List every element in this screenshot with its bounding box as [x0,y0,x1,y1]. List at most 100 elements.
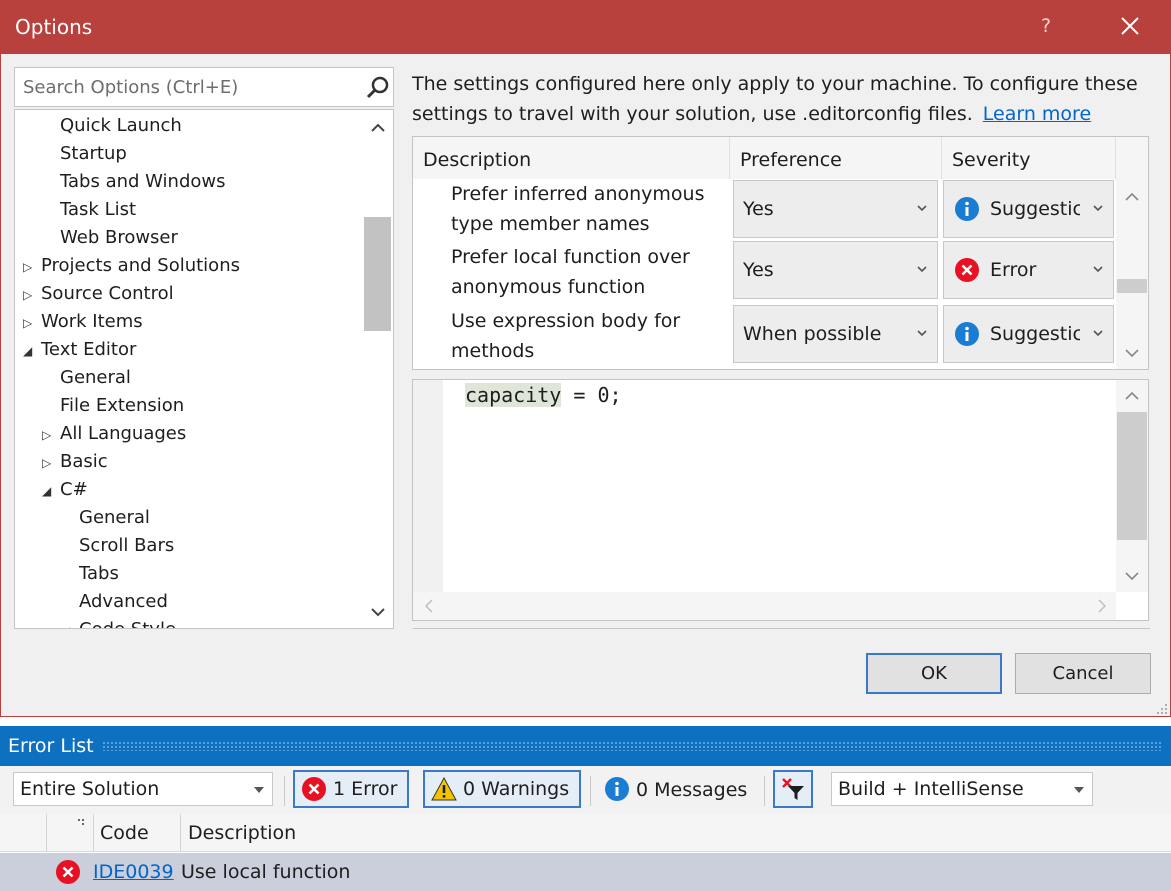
tree-scroll-thumb[interactable] [364,217,391,331]
info-text: The settings configured here only apply … [412,69,1152,129]
cancel-button[interactable]: Cancel [1015,653,1151,694]
collapse-icon[interactable]: ◢ [42,477,60,505]
toolbar-separator [590,776,591,806]
close-icon[interactable] [1115,11,1145,41]
errors-count: 1 Error [333,778,398,800]
tree-item[interactable]: Quick Launch [42,112,182,140]
chevron-down-icon [1093,205,1103,212]
grid-scroll-thumb[interactable] [1117,279,1147,293]
clear-filter-button[interactable] [773,770,813,808]
preference-dropdown[interactable]: Yes [733,241,938,299]
messages-count: 0 Messages [636,779,748,801]
warnings-count: 0 Warnings [463,778,570,800]
source-value: Build + IntelliSense [838,778,1024,800]
tree-item[interactable]: General [42,364,131,392]
grid-scrollbar[interactable] [1116,137,1148,369]
search-box[interactable] [14,67,394,107]
highlighted-token: capacity [465,383,562,407]
tree-item[interactable]: General [61,504,150,532]
tree-item[interactable]: Scroll Bars [61,532,174,560]
tree-item[interactable]: Advanced [61,588,168,616]
code-style-grid: Description Preference Severity Prefer i… [412,136,1149,370]
tree-item[interactable]: Tabs [61,560,119,588]
expand-icon[interactable]: ▷ [42,449,60,477]
error-code-link[interactable]: IDE0039 [93,853,174,891]
options-tree[interactable]: Quick Launch Startup Tabs and Windows Task … [14,109,394,629]
severity-dropdown[interactable]: Suggestic [943,305,1114,363]
column-divider [46,814,47,852]
warnings-filter-toggle[interactable]: 0 Warnings [423,770,581,808]
code-text: = 0; [561,383,622,407]
tree-item-label: Projects and Solutions [41,255,240,276]
tree-item-label: File Extension [60,395,185,416]
tree-item-label: Scroll Bars [79,535,175,556]
expand-icon[interactable]: ▷ [23,309,41,337]
header-description[interactable]: Description [413,137,730,179]
severity-dropdown[interactable]: Suggestic [943,180,1114,238]
chevron-down-icon [1093,266,1103,273]
chevron-down-icon[interactable] [1122,566,1142,586]
drag-grip[interactable] [102,741,1162,751]
info-icon [605,777,629,801]
preview-scroll-thumb[interactable] [1117,412,1147,540]
expand-icon[interactable]: ▷ [23,281,41,309]
preference-value: Yes [743,198,774,220]
options-dialog: Options ? Quick Launch Startup Tabs and Wi… [0,0,1171,717]
tree-item[interactable]: ◢ C# [42,476,88,504]
preference-dropdown[interactable]: When possible [733,305,938,363]
severity-value: Suggestic [990,198,1080,220]
preview-horizontal-scrollbar[interactable] [413,592,1116,620]
title-bar[interactable]: Options ? [1,1,1170,54]
error-list-header[interactable]: Error List [0,726,1171,766]
source-dropdown[interactable]: Build + IntelliSense [831,772,1093,806]
tree-item[interactable]: ◢Code Style [61,616,176,628]
chevron-up-icon[interactable] [368,118,388,138]
ok-button[interactable]: OK [866,653,1002,694]
preview-vertical-scrollbar[interactable] [1116,380,1148,592]
chevron-up-icon[interactable] [1122,386,1142,406]
tree-item[interactable]: File Extension [42,392,184,420]
tree-item[interactable]: Startup [42,140,127,168]
resize-grip-icon[interactable] [1154,701,1168,715]
tree-item-label: C# [60,479,88,500]
tree-item[interactable]: ▷ Work Items [23,308,143,336]
severity-dropdown[interactable]: Error [943,241,1114,299]
errors-filter-toggle[interactable]: 1 Error [293,770,409,808]
preference-dropdown[interactable]: Yes [733,180,938,238]
chevron-left-icon[interactable] [419,596,439,616]
expand-icon[interactable]: ▷ [42,421,60,449]
chevron-up-icon[interactable] [1122,187,1142,207]
tree-item[interactable]: Web Browser [42,224,178,252]
collapse-icon[interactable]: ◢ [61,617,79,628]
tree-item[interactable]: ▷ Projects and Solutions [23,252,240,280]
tree-scrollbar[interactable] [363,110,393,628]
learn-more-link[interactable]: Learn more [983,103,1091,125]
tree-item[interactable]: Tabs and Windows [42,168,226,196]
expand-icon[interactable]: ▷ [23,253,41,281]
header-preference[interactable]: Preference [730,137,942,179]
tree-item-label: General [79,507,150,528]
tree-item[interactable]: ▷ All Languages [42,420,186,448]
tree-item-label: Quick Launch [60,115,182,136]
column-code[interactable]: Code [100,814,149,852]
column-description[interactable]: Description [188,814,296,852]
chevron-down-icon [917,330,927,337]
search-input[interactable] [15,68,355,106]
chevron-down-icon[interactable] [1122,343,1142,363]
search-icon[interactable] [365,75,391,101]
chevron-right-icon[interactable] [1092,596,1112,616]
tree-item-label: Basic [60,451,108,472]
help-button[interactable]: ? [1041,15,1051,37]
error-list-column-headers: Code Description [0,814,1171,852]
tree-item[interactable]: ▷ Basic [42,448,108,476]
table-row[interactable]: IDE0039 Use local function [0,853,1171,891]
collapse-icon[interactable]: ◢ [23,337,41,365]
scope-dropdown[interactable]: Entire Solution [13,772,273,806]
chevron-down-icon[interactable] [368,602,388,622]
tree-item[interactable]: ◢ Text Editor [23,336,136,364]
tree-item[interactable]: Task List [42,196,136,224]
tree-item[interactable]: ▷ Source Control [23,280,174,308]
column-options-icon[interactable] [74,818,86,830]
messages-filter-toggle[interactable]: 0 Messages [598,772,756,810]
header-severity[interactable]: Severity [942,137,1116,179]
